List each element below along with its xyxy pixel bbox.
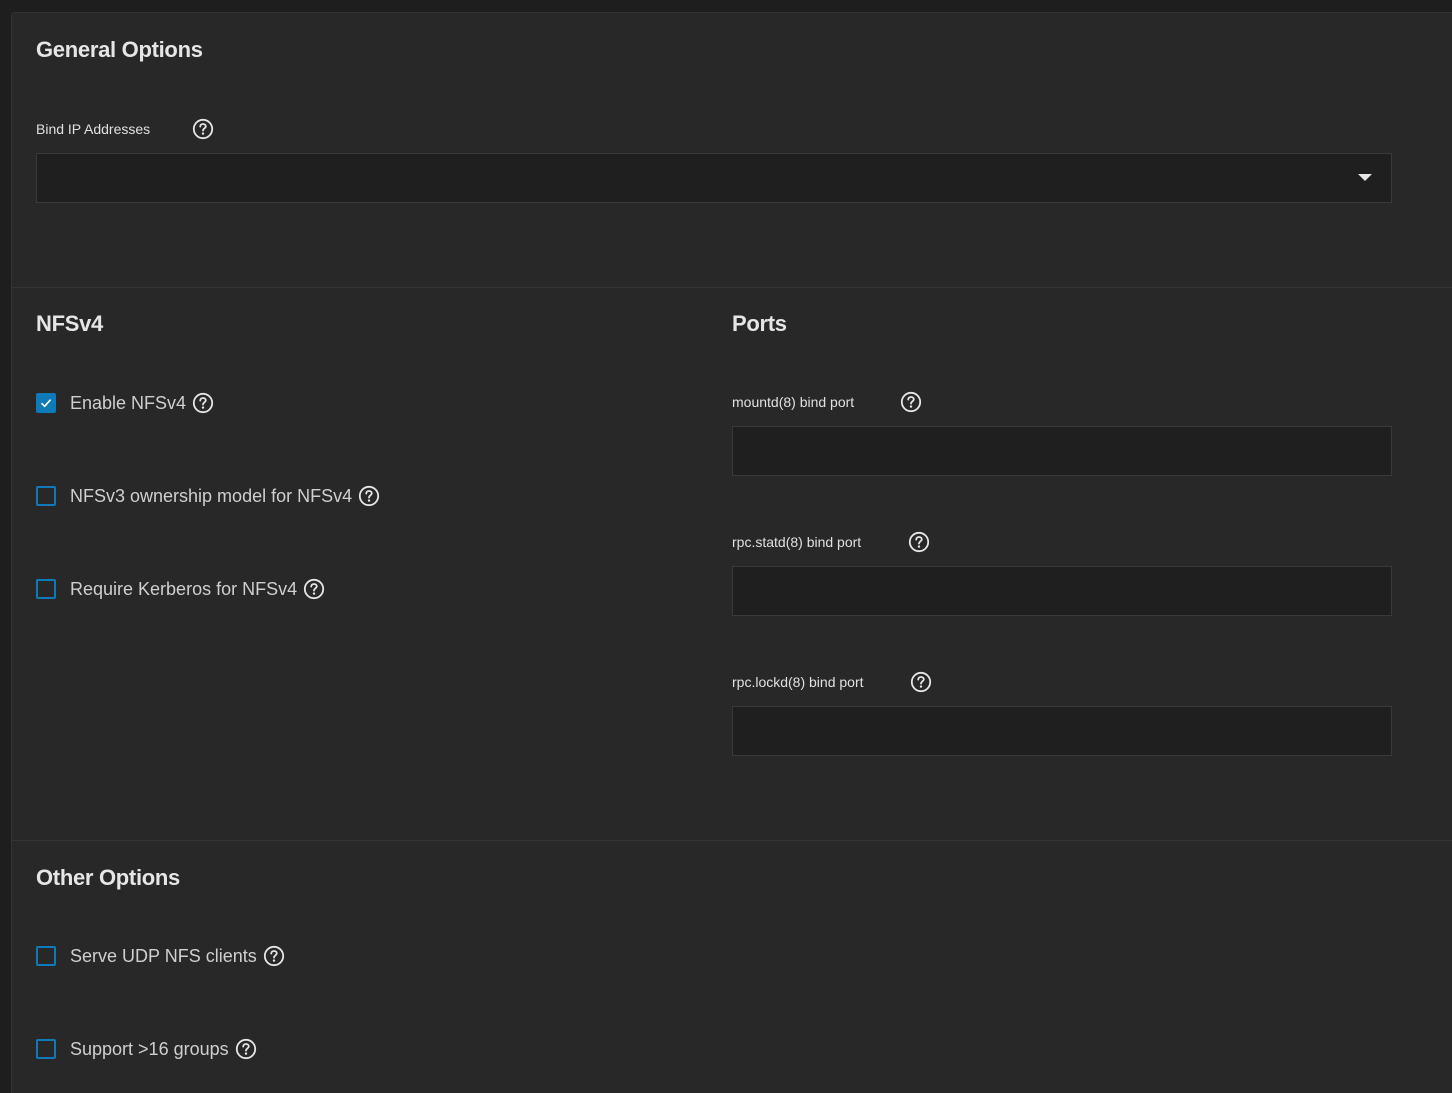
bind-ip-select[interactable]	[36, 153, 1392, 203]
nfsv4-title: NFSv4	[36, 311, 103, 336]
mountd-port-field[interactable]	[733, 427, 1391, 475]
section-divider	[12, 287, 1452, 288]
mountd-port-input[interactable]	[732, 426, 1392, 476]
help-icon[interactable]	[910, 671, 932, 693]
checkmark-icon	[40, 399, 52, 408]
bind-ip-label: Bind IP Addresses	[36, 121, 151, 137]
help-icon[interactable]	[900, 391, 922, 413]
nfsv3-ownership-checkbox[interactable]	[36, 486, 56, 506]
rpc-statd-port-input[interactable]	[732, 566, 1392, 616]
help-icon[interactable]	[192, 118, 214, 140]
require-kerberos-label[interactable]: Require Kerberos for NFSv4	[70, 579, 297, 600]
support-16-groups-label[interactable]: Support >16 groups	[70, 1039, 229, 1060]
nfs-settings-card: General Options Bind IP Addresses NFSv4 …	[11, 12, 1452, 1093]
support-16-groups-checkbox[interactable]	[36, 1039, 56, 1059]
help-icon[interactable]	[263, 945, 285, 967]
nfsv3-ownership-option[interactable]: NFSv3 ownership model for NFSv4	[36, 483, 380, 509]
help-icon[interactable]	[908, 531, 930, 553]
rpc-lockd-port-input[interactable]	[732, 706, 1392, 756]
help-icon[interactable]	[192, 392, 214, 414]
serve-udp-checkbox[interactable]	[36, 946, 56, 966]
ports-title: Ports	[732, 311, 787, 336]
help-icon[interactable]	[303, 578, 325, 600]
rpc-lockd-port-field[interactable]	[733, 707, 1391, 755]
general-options-title: General Options	[36, 37, 203, 62]
enable-nfsv4-option[interactable]: Enable NFSv4	[36, 390, 214, 416]
nfsv3-ownership-label[interactable]: NFSv3 ownership model for NFSv4	[70, 486, 352, 507]
enable-nfsv4-label[interactable]: Enable NFSv4	[70, 393, 186, 414]
serve-udp-option[interactable]: Serve UDP NFS clients	[36, 943, 285, 969]
help-icon[interactable]	[235, 1038, 257, 1060]
require-kerberos-option[interactable]: Require Kerberos for NFSv4	[36, 576, 325, 602]
caret-down-icon	[1358, 174, 1372, 181]
support-16-groups-option[interactable]: Support >16 groups	[36, 1036, 257, 1062]
section-divider	[12, 840, 1452, 841]
other-options-title: Other Options	[36, 865, 180, 890]
mountd-port-label: mountd(8) bind port	[732, 394, 855, 410]
help-icon[interactable]	[358, 485, 380, 507]
rpc-statd-port-field[interactable]	[733, 567, 1391, 615]
rpc-lockd-port-label: rpc.lockd(8) bind port	[732, 674, 864, 690]
require-kerberos-checkbox[interactable]	[36, 579, 56, 599]
serve-udp-label[interactable]: Serve UDP NFS clients	[70, 946, 257, 967]
enable-nfsv4-checkbox[interactable]	[36, 393, 56, 413]
rpc-statd-port-label: rpc.statd(8) bind port	[732, 534, 862, 550]
